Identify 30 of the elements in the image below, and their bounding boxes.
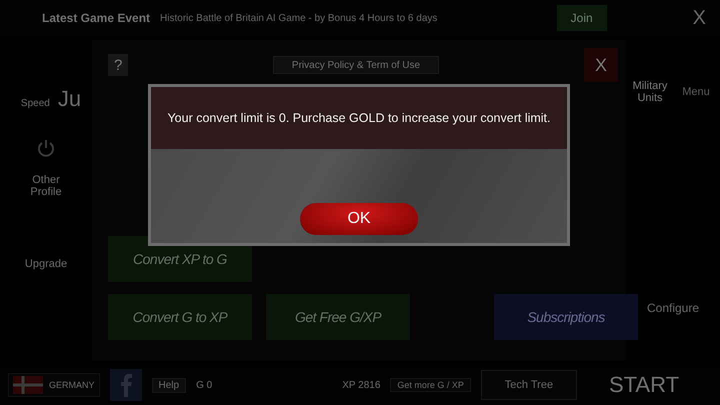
help-button[interactable]: Help bbox=[152, 378, 186, 392]
start-button[interactable]: START bbox=[602, 371, 686, 399]
event-title: Latest Game Event bbox=[42, 11, 150, 25]
tab[interactable]: Menu bbox=[676, 80, 716, 104]
power-icon[interactable] bbox=[36, 138, 56, 158]
join-button[interactable]: Join bbox=[556, 5, 607, 31]
xp-count: XP 2816 bbox=[342, 380, 380, 390]
help-button[interactable]: ? bbox=[108, 54, 128, 76]
facebook-icon[interactable] bbox=[110, 369, 142, 401]
tech-tree-button[interactable]: Tech Tree bbox=[480, 370, 577, 400]
currency-count: G 0 bbox=[196, 380, 212, 390]
close-button[interactable]: X bbox=[686, 6, 712, 30]
configure-button[interactable]: Configure bbox=[640, 300, 706, 316]
country-button[interactable]: GERMANY bbox=[8, 373, 100, 397]
action-button[interactable]: Convert G to XP bbox=[108, 294, 252, 340]
get-more-button[interactable]: Get more G / XP bbox=[390, 378, 471, 392]
ok-button[interactable]: OK bbox=[300, 203, 418, 235]
flag-icon bbox=[13, 376, 43, 394]
action-button[interactable]: Subscriptions bbox=[494, 294, 638, 340]
action-button[interactable]: Get Free G/XP bbox=[266, 294, 410, 340]
country-name: GERMANY bbox=[49, 380, 95, 390]
player-name: Ju bbox=[58, 86, 82, 112]
tab[interactable]: Military Units bbox=[630, 80, 670, 104]
profile-link[interactable]: Other Profile bbox=[21, 174, 71, 198]
privacy-button[interactable]: Privacy Policy & Term of Use bbox=[272, 56, 440, 74]
dialog-message: Your convert limit is 0. Purchase GOLD to increase your convert limit. bbox=[167, 111, 551, 125]
speed-label: Speed bbox=[20, 98, 50, 109]
event-text: Historic Battle of Britain AI Game - by Bonus 4 Hours to 6 days bbox=[160, 12, 438, 24]
upgrade-link[interactable]: Upgrade bbox=[24, 258, 68, 270]
close-button[interactable]: X bbox=[584, 48, 618, 82]
